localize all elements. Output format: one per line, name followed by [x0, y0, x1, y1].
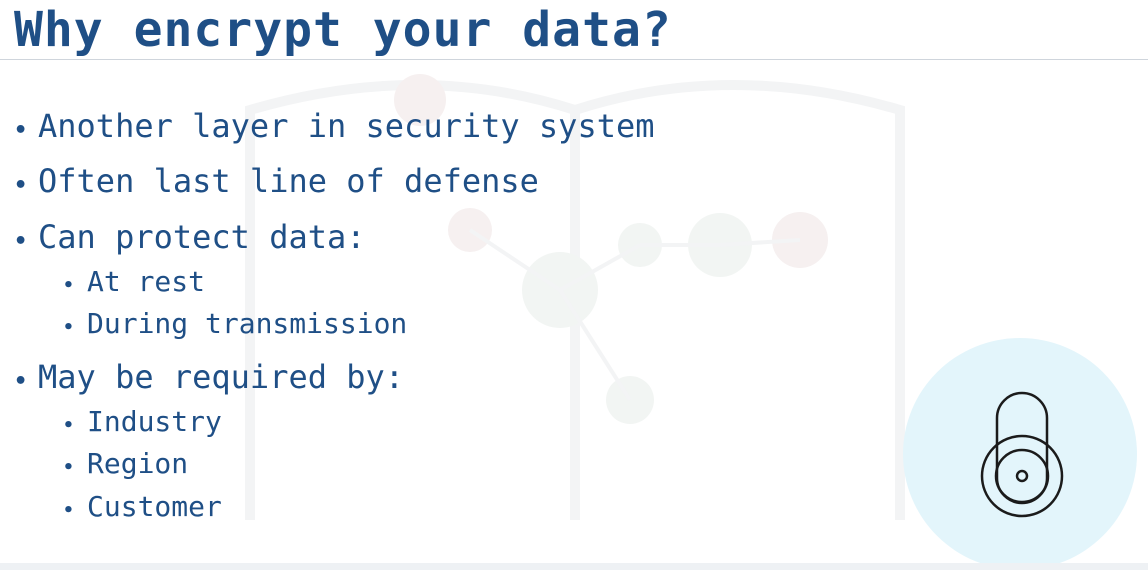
- bullet-item: • Can protect data:: [14, 217, 366, 262]
- bullet-text: May be required by:: [38, 358, 405, 396]
- sub-bullet-item: • Region: [63, 446, 188, 486]
- bullet-text: Another layer in security system: [38, 107, 655, 145]
- bullet-marker: •: [14, 229, 28, 254]
- lock-icon: [980, 391, 1064, 518]
- bullet-marker: •: [63, 457, 74, 478]
- sub-bullet-text: At rest: [87, 265, 206, 298]
- sub-bullet-text: Industry: [87, 405, 222, 438]
- bullet-item: • May be required by:: [14, 357, 404, 402]
- bullet-marker: •: [14, 369, 28, 394]
- bullet-marker: •: [63, 415, 74, 436]
- bullet-item: • Another layer in security system: [14, 106, 655, 151]
- bullet-marker: •: [63, 500, 74, 521]
- bullet-item: • Often last line of defense: [14, 161, 539, 206]
- bullet-marker: •: [14, 173, 28, 198]
- bullet-text: Often last line of defense: [38, 162, 539, 200]
- bullet-marker: •: [63, 317, 74, 338]
- lock-badge: [903, 338, 1137, 570]
- sub-bullet-text: Customer: [87, 490, 222, 523]
- sub-bullet-item: • Industry: [63, 404, 222, 444]
- bullet-text: Can protect data:: [38, 218, 366, 256]
- sub-bullet-item: • At rest: [63, 264, 205, 304]
- title-divider: [0, 59, 1148, 60]
- sub-bullet-text: Region: [87, 447, 189, 480]
- sub-bullet-item: • During transmission: [63, 306, 407, 346]
- sub-bullet-text: During transmission: [87, 307, 408, 340]
- bullet-marker: •: [63, 275, 74, 296]
- slide-title: Why encrypt your data?: [14, 2, 672, 58]
- bottom-strip: [0, 563, 1148, 570]
- sub-bullet-item: • Customer: [63, 489, 222, 529]
- bullet-marker: •: [14, 118, 28, 143]
